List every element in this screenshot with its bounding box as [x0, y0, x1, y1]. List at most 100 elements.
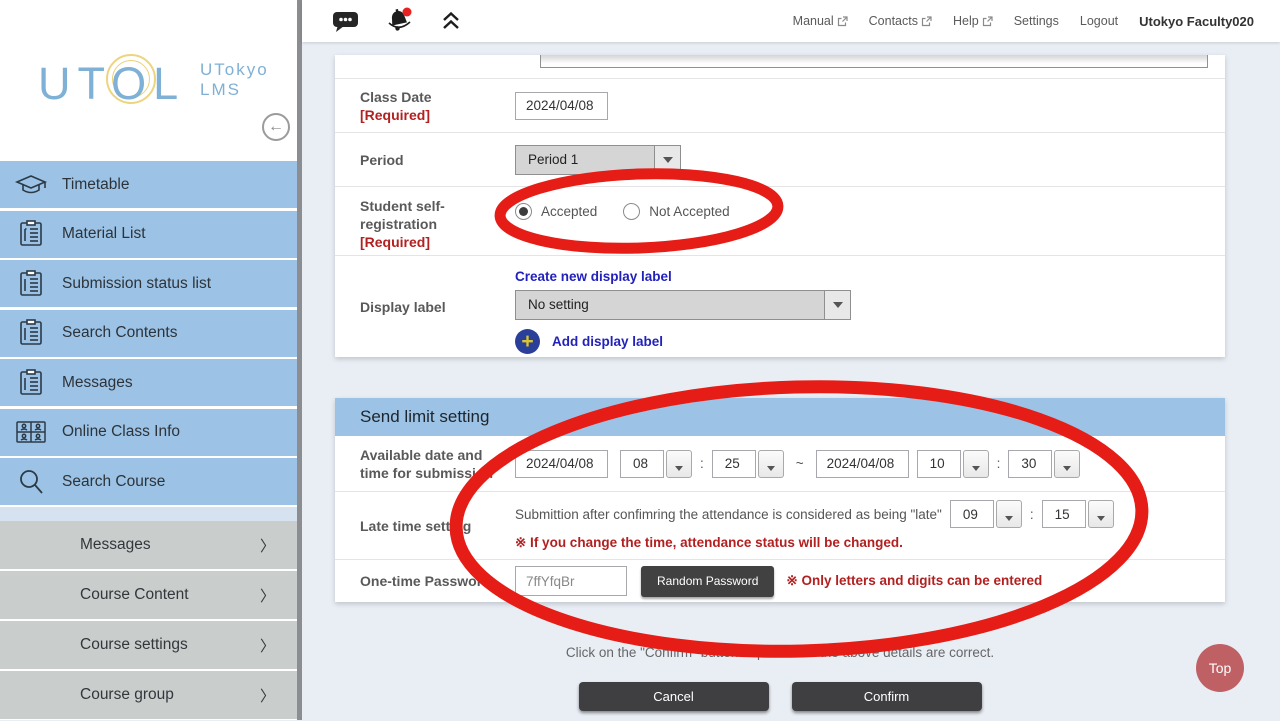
display-label-select[interactable]: No setting	[515, 290, 851, 320]
logo-text: UTOL	[38, 58, 185, 110]
chevron-down-icon	[654, 146, 680, 174]
sidebar-item-online-class-info[interactable]: Online Class Info	[0, 409, 297, 456]
required-tag: [Required]	[360, 106, 515, 124]
sidebar-collapse-button[interactable]: ←	[262, 113, 290, 141]
sidebar-item-messages[interactable]: Messages	[0, 359, 297, 406]
send-limit-card: Send limit setting Available date and ti…	[335, 398, 1225, 602]
start-date-input[interactable]: 2024/04/08	[515, 450, 608, 478]
sidebar-item-label: Search Contents	[62, 324, 177, 342]
sidebar-submenu: Messages 〉 Course Content 〉 Course setti…	[0, 521, 297, 721]
cancel-button[interactable]: Cancel	[579, 682, 769, 711]
logout-link[interactable]: Logout	[1080, 14, 1118, 28]
end-hour-group: 10	[917, 450, 989, 478]
sidebar-item-course-group[interactable]: Course group 〉	[0, 671, 297, 719]
period-select[interactable]: Period 1	[515, 145, 681, 175]
end-minute-input[interactable]: 30	[1008, 450, 1052, 478]
sidebar-menu: Timetable Material List Submission statu…	[0, 161, 297, 508]
spinner-icon[interactable]	[1088, 500, 1114, 528]
late-hour-input[interactable]: 09	[950, 500, 994, 528]
sidebar-item-submission-status-list[interactable]: Submission status list	[0, 260, 297, 307]
sidebar-item-timetable[interactable]: Timetable	[0, 161, 297, 208]
external-link-icon	[837, 16, 848, 27]
sidebar-item-label: Search Course	[62, 473, 165, 491]
graduation-cap-icon	[0, 173, 62, 197]
one-time-password-label: One-time Password	[335, 572, 515, 590]
late-minute-group: 15	[1042, 500, 1114, 528]
period-label: Period	[335, 151, 515, 169]
send-limit-header: Send limit setting	[335, 398, 1225, 436]
external-link-icon	[982, 16, 993, 27]
late-time-row: Late time setting Submittion after confi…	[335, 491, 1225, 559]
spinner-icon[interactable]	[996, 500, 1022, 528]
class-date-label: Class Date [Required]	[335, 88, 515, 124]
spinner-icon[interactable]	[666, 450, 692, 478]
sidebar-item-label: Messages	[62, 374, 133, 392]
sidebar-item-search-course[interactable]: Search Course	[0, 458, 297, 505]
chevron-right-icon: 〉	[260, 685, 275, 706]
utol-logo: UTOL UTokyo LMS ←	[0, 0, 297, 160]
sidebar-item-course-settings[interactable]: Course settings 〉	[0, 621, 297, 669]
confirm-instruction: Click on the "Confirm" button to proceed…	[335, 645, 1225, 660]
late-time-text: Submittion after confimring the attendan…	[515, 507, 942, 522]
registration-row: Student self- registration [Required] Ac…	[335, 186, 1225, 255]
sidebar-item-label: Submission status list	[62, 275, 211, 293]
settings-link[interactable]: Settings	[1014, 14, 1059, 28]
sidebar-spacer	[0, 507, 297, 521]
late-minute-input[interactable]: 15	[1042, 500, 1086, 528]
late-time-label: Late time setting	[335, 517, 515, 535]
help-link[interactable]: Help	[953, 14, 993, 28]
random-password-button[interactable]: Random Password	[641, 566, 774, 597]
sidebar: UTOL UTokyo LMS ← Timetable Material Lis…	[0, 0, 297, 720]
radio-accepted[interactable]	[515, 203, 532, 220]
start-minute-group: 25	[712, 450, 784, 478]
topbar: Manual Contacts Help Settings Logout Uto…	[302, 0, 1280, 42]
spinner-icon[interactable]	[963, 450, 989, 478]
manual-link[interactable]: Manual	[793, 14, 848, 28]
plus-icon[interactable]: +	[515, 329, 540, 354]
spinner-icon[interactable]	[758, 450, 784, 478]
spinner-icon[interactable]	[1054, 450, 1080, 478]
contacts-link[interactable]: Contacts	[869, 14, 932, 28]
clipboard-icon	[0, 369, 62, 397]
password-note: ※ Only letters and digits can be entered	[786, 573, 1042, 589]
display-label-row: Display label Create new display label N…	[335, 255, 1225, 357]
double-chevron-up-icon[interactable]	[441, 11, 461, 31]
end-date-input[interactable]: 2024/04/08	[816, 450, 909, 478]
left-arrow-icon: ←	[268, 118, 284, 136]
end-hour-input[interactable]: 10	[917, 450, 961, 478]
start-hour-group: 08	[620, 450, 692, 478]
start-minute-input[interactable]: 25	[712, 450, 756, 478]
chevron-right-icon: 〉	[260, 585, 275, 606]
sidebar-item-course-content[interactable]: Course Content 〉	[0, 571, 297, 619]
footer-buttons: Cancel Confirm	[335, 682, 1225, 711]
title-input-partial[interactable]	[540, 55, 1208, 68]
confirm-button[interactable]: Confirm	[792, 682, 982, 711]
radio-not-accepted-label: Not Accepted	[649, 204, 729, 219]
sidebar-item-label: Timetable	[62, 176, 129, 194]
notification-bell-icon[interactable]	[385, 7, 415, 35]
late-hour-group: 09	[950, 500, 1022, 528]
one-time-password-input[interactable]: 7ffYfqBr	[515, 566, 627, 596]
required-tag: [Required]	[360, 233, 515, 251]
class-date-input[interactable]: 2024/04/08	[515, 92, 608, 120]
scroll-to-top-button[interactable]: Top	[1196, 644, 1244, 692]
clipboard-icon	[0, 270, 62, 298]
magnifier-icon	[0, 468, 62, 496]
registration-label: Student self- registration [Required]	[335, 187, 515, 251]
chevron-down-icon	[824, 291, 850, 319]
late-time-note: ※ If you change the time, attendance sta…	[515, 535, 1225, 551]
sidebar-item-messages-group[interactable]: Messages 〉	[0, 521, 297, 569]
logo-subtext: UTokyo LMS	[200, 60, 269, 100]
chat-icon[interactable]	[332, 10, 359, 33]
period-row: Period Period 1	[335, 132, 1225, 186]
sidebar-item-label: Material List	[62, 225, 146, 243]
add-display-label-link[interactable]: Add display label	[552, 334, 663, 349]
start-hour-input[interactable]: 08	[620, 450, 664, 478]
radio-not-accepted[interactable]	[623, 203, 640, 220]
sidebar-item-label: Online Class Info	[62, 423, 180, 441]
sidebar-item-search-contents[interactable]: Search Contents	[0, 310, 297, 357]
available-time-label: Available date and time for submission	[335, 446, 515, 482]
create-display-label-link[interactable]: Create new display label	[515, 269, 1225, 284]
clipboard-icon	[0, 220, 62, 248]
sidebar-item-material-list[interactable]: Material List	[0, 211, 297, 258]
